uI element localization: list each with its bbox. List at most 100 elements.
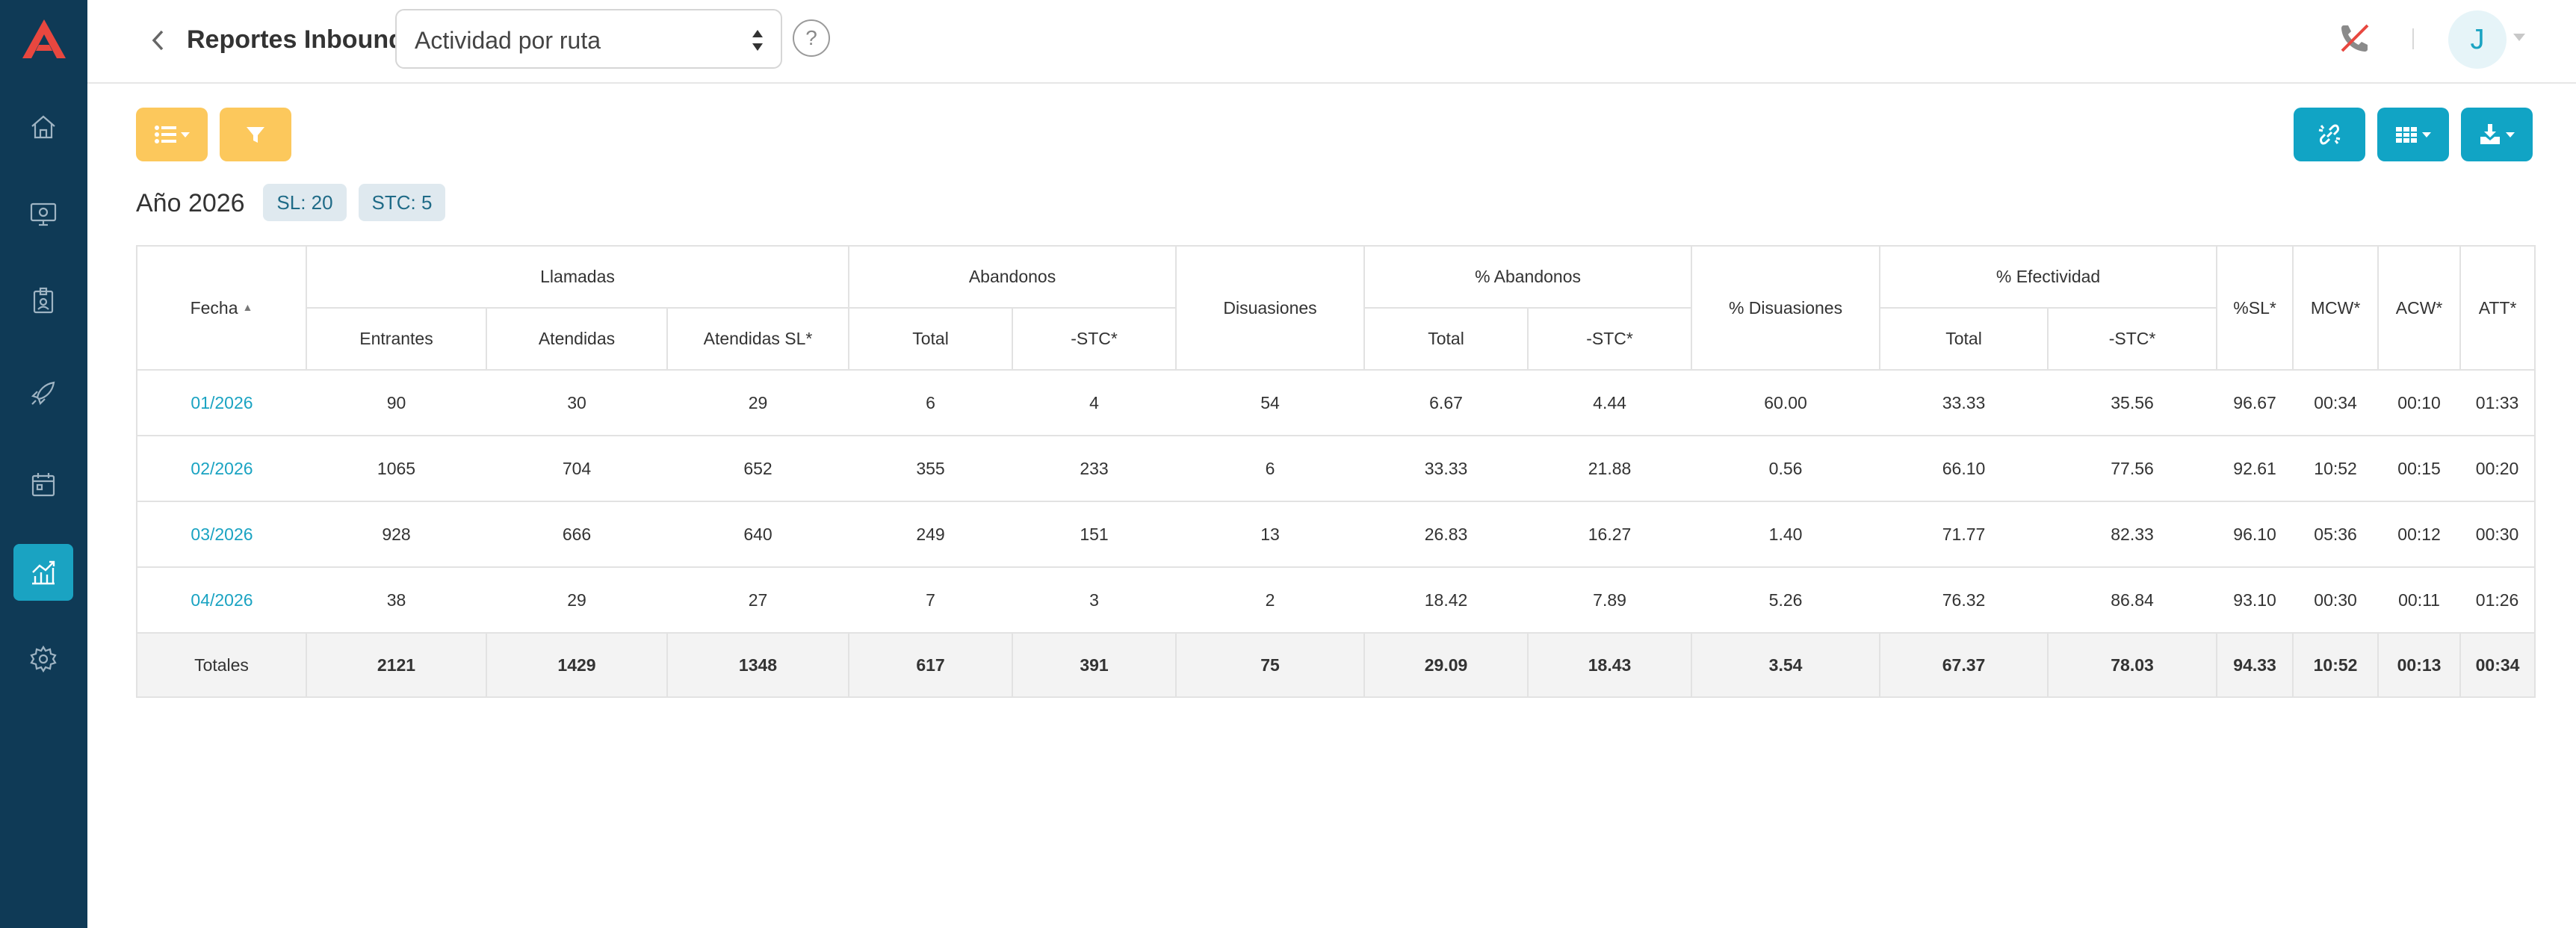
cell-atendidas-sl: 640 — [667, 501, 849, 568]
table-row: 01/2026 90 30 29 6 4 54 6.67 4.44 60.00 … — [136, 369, 2536, 436]
cell-pct-abandonos-total: 18.42 — [1364, 566, 1529, 634]
date-link[interactable]: 02/2026 — [136, 435, 306, 502]
sidebar-item-home[interactable] — [13, 99, 73, 155]
col-header-pct-abandonos-total[interactable]: Total — [1363, 307, 1529, 371]
sidebar-item-monitor[interactable] — [13, 185, 73, 242]
cell-pct-abandonos-total: 6.67 — [1364, 369, 1529, 436]
report-table-container: Fecha ▲ Llamadas Abandonos Disuasiones % … — [136, 245, 2536, 698]
report-type-select[interactable]: Actividad por ruta — [395, 9, 782, 69]
sidebar-item-settings[interactable] — [13, 631, 73, 687]
col-header-disuasiones[interactable]: Disuasiones — [1175, 245, 1366, 371]
cell-pct-efectividad-total: 71.77 — [1880, 501, 2049, 568]
col-group-abandonos: Abandonos — [848, 245, 1177, 309]
help-icon[interactable]: ? — [793, 19, 830, 57]
col-header-acw[interactable]: ACW* — [2377, 245, 2462, 371]
total-atendidas-sl: 1348 — [666, 632, 850, 698]
cell-pct-disuasiones: 5.26 — [1691, 566, 1880, 634]
date-link[interactable]: 03/2026 — [136, 501, 306, 568]
cell-entrantes: 928 — [306, 501, 486, 568]
total-mcw: 10:52 — [2292, 632, 2380, 698]
table-row: 04/2026 38 29 27 7 3 2 18.42 7.89 5.26 7… — [136, 566, 2536, 634]
home-icon — [31, 115, 55, 139]
filter-icon — [247, 127, 264, 143]
cell-sl: 96.67 — [2217, 369, 2294, 436]
sort-asc-icon[interactable]: ▲ — [243, 301, 253, 313]
cell-pct-efectividad-stc: 77.56 — [2048, 435, 2217, 502]
filter-button[interactable] — [220, 108, 291, 161]
cell-pct-abandonos-stc: 21.88 — [1528, 435, 1692, 502]
unlink-button[interactable] — [2294, 108, 2365, 161]
cell-disuasiones: 2 — [1176, 566, 1365, 634]
col-header-entrantes[interactable]: Entrantes — [306, 307, 487, 371]
cell-pct-abandonos-total: 26.83 — [1364, 501, 1529, 568]
cell-pct-disuasiones: 60.00 — [1691, 369, 1880, 436]
cell-abandonos-total: 7 — [849, 566, 1013, 634]
sidebar-item-rocket[interactable] — [13, 365, 73, 421]
col-header-fecha[interactable]: Fecha ▲ — [136, 245, 307, 371]
sidebar-item-badge[interactable] — [13, 272, 73, 329]
cell-entrantes: 38 — [306, 566, 486, 634]
cell-att: 01:26 — [2460, 566, 2536, 634]
cell-abandonos-total: 6 — [849, 369, 1013, 436]
cell-mcw: 05:36 — [2293, 501, 2379, 568]
sidebar-item-calendar[interactable] — [13, 456, 73, 513]
cell-pct-efectividad-total: 33.33 — [1880, 369, 2049, 436]
cell-pct-abandonos-stc: 7.89 — [1528, 566, 1692, 634]
cell-pct-efectividad-total: 76.32 — [1880, 566, 2049, 634]
col-group-pct-efectividad: % Efectividad — [1879, 245, 2218, 309]
sidebar-item-reports[interactable] — [13, 544, 73, 601]
download-icon — [2480, 124, 2515, 144]
column-list-button[interactable] — [136, 108, 208, 161]
cell-pct-disuasiones: 0.56 — [1691, 435, 1880, 502]
date-link[interactable]: 04/2026 — [136, 566, 306, 634]
back-chevron-icon[interactable] — [147, 25, 170, 55]
total-acw: 00:13 — [2377, 632, 2462, 698]
col-header-pct-abandonos-stc[interactable]: -STC* — [1527, 307, 1693, 371]
col-header-abandonos-total[interactable]: Total — [848, 307, 1014, 371]
grid-view-button[interactable] — [2377, 108, 2449, 161]
cell-abandonos-total: 249 — [849, 501, 1013, 568]
unlink-icon — [2318, 124, 2341, 145]
col-header-pct-efectividad-stc[interactable]: -STC* — [2047, 307, 2218, 371]
user-avatar[interactable]: J — [2448, 10, 2507, 69]
cell-pct-efectividad-stc: 82.33 — [2048, 501, 2217, 568]
report-type-value: Actividad por ruta — [415, 27, 601, 54]
download-button[interactable] — [2461, 108, 2533, 161]
col-header-sl[interactable]: %SL* — [2216, 245, 2294, 371]
cell-sl: 93.10 — [2217, 566, 2294, 634]
top-header: Reportes Inbound: Actividad por ruta ? J — [87, 0, 2576, 84]
cell-atendidas-sl: 27 — [667, 566, 849, 634]
col-header-pct-efectividad-total[interactable]: Total — [1879, 307, 2049, 371]
badge-icon — [33, 287, 54, 314]
phone-disabled-icon[interactable] — [2338, 21, 2372, 55]
total-atendidas: 1429 — [486, 632, 668, 698]
calendar-icon — [31, 473, 55, 497]
date-link[interactable]: 01/2026 — [136, 369, 306, 436]
cell-acw: 00:11 — [2378, 566, 2461, 634]
cell-pct-efectividad-stc: 86.84 — [2048, 566, 2217, 634]
report-table: Fecha ▲ Llamadas Abandonos Disuasiones % … — [136, 245, 2536, 698]
total-pct-efectividad-stc: 78.03 — [2047, 632, 2218, 698]
grid-icon — [2396, 127, 2431, 143]
cell-entrantes: 90 — [306, 369, 486, 436]
col-header-atendidas[interactable]: Atendidas — [486, 307, 668, 371]
cell-pct-disuasiones: 1.40 — [1691, 501, 1880, 568]
cell-att: 01:33 — [2460, 369, 2536, 436]
cell-entrantes: 1065 — [306, 435, 486, 502]
col-group-llamadas: Llamadas — [305, 245, 850, 309]
sl-badge: SL: 20 — [263, 184, 347, 221]
col-header-abandonos-stc[interactable]: -STC* — [1012, 307, 1177, 371]
cell-acw: 00:12 — [2378, 501, 2461, 568]
cell-pct-efectividad-total: 66.10 — [1880, 435, 2049, 502]
col-header-pct-disuasiones[interactable]: % Disuasiones — [1691, 245, 1881, 371]
col-header-att[interactable]: ATT* — [2459, 245, 2536, 371]
cell-acw: 00:15 — [2378, 435, 2461, 502]
cell-sl: 96.10 — [2217, 501, 2294, 568]
stc-badge: STC: 5 — [359, 184, 445, 221]
col-header-mcw[interactable]: MCW* — [2292, 245, 2380, 371]
cell-atendidas: 704 — [486, 435, 667, 502]
col-header-atendidas-sl[interactable]: Atendidas SL* — [666, 307, 850, 371]
cell-disuasiones: 54 — [1176, 369, 1365, 436]
app-logo[interactable] — [21, 18, 67, 60]
caret-down-icon[interactable] — [2512, 33, 2526, 42]
